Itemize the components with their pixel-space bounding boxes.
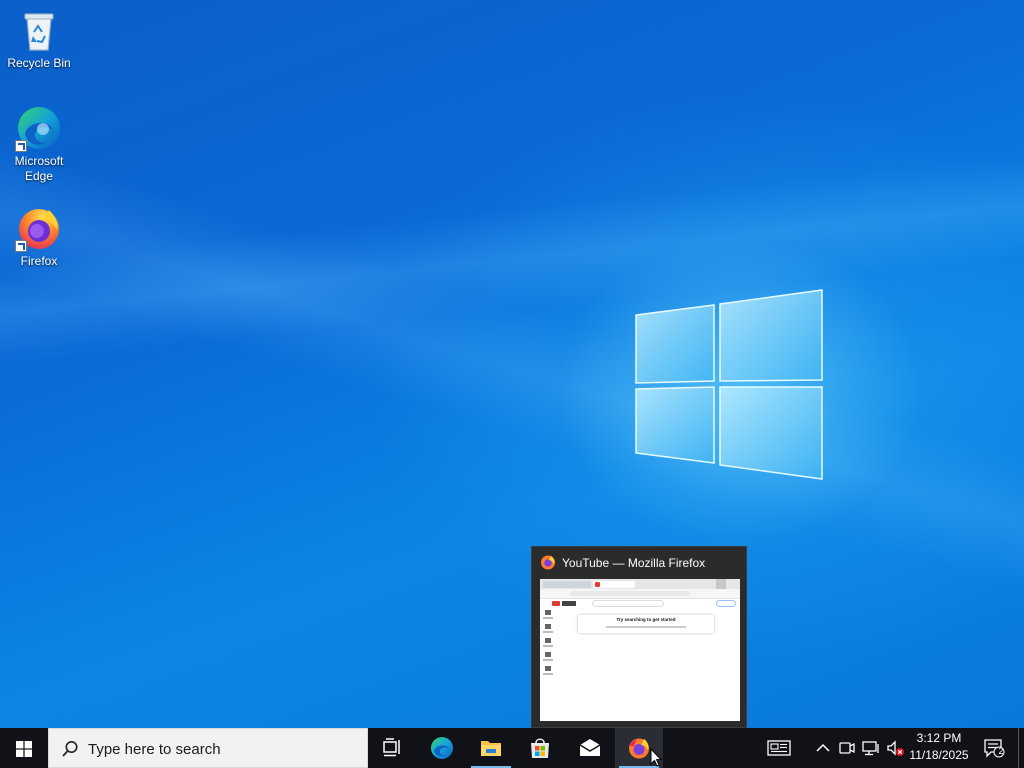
search-icon — [62, 741, 78, 757]
thumb-sidebar-icon — [545, 652, 551, 657]
notification-count-badge: 2 — [998, 746, 1004, 756]
windows-logo-wallpaper — [635, 289, 823, 480]
preview-thumbnail[interactable]: Try searching to get started — [540, 579, 740, 721]
taskbar-app-mail[interactable] — [566, 728, 614, 768]
mail-icon — [579, 739, 601, 756]
thumb-sidebar-icon — [545, 666, 551, 671]
clock-time: 3:12 PM — [916, 731, 962, 745]
desktop-icon-label: Recycle Bin — [7, 56, 71, 70]
thumb-tab — [543, 581, 591, 588]
show-desktop-button[interactable] — [1018, 728, 1019, 768]
taskbar-search-box[interactable] — [48, 728, 368, 768]
task-view-button[interactable] — [368, 728, 416, 768]
taskbar-app-file-explorer[interactable] — [467, 728, 515, 768]
thumb-youtube-signin — [716, 600, 736, 607]
desktop-icon-firefox[interactable]: Firefox — [1, 204, 77, 269]
thumb-sidebar-label — [543, 645, 553, 647]
task-view-icon — [383, 738, 400, 757]
thumb-sidebar-icon — [545, 624, 551, 629]
shortcut-arrow-icon — [15, 240, 27, 252]
volume-muted-icon[interactable] — [885, 738, 905, 758]
taskbar-app-microsoft-store[interactable] — [516, 728, 564, 768]
wallpaper-light-beam — [0, 0, 1024, 728]
desktop[interactable]: Recycle Bin Microsoft Edge Firefox YouTu… — [0, 0, 1024, 728]
thumb-empty-state-title: Try searching to get started — [616, 617, 676, 622]
thumb-empty-state-subtitle — [606, 626, 686, 628]
search-input[interactable] — [88, 739, 358, 759]
edge-icon — [431, 737, 453, 759]
preview-title-bar: YouTube — Mozilla Firefox — [540, 554, 740, 572]
system-clock[interactable]: 3:12 PM 11/18/2025 — [903, 730, 975, 766]
meet-now-icon[interactable] — [837, 738, 857, 758]
clock-date: 11/18/2025 — [909, 748, 969, 762]
shortcut-arrow-icon — [15, 140, 27, 152]
start-button[interactable] — [0, 728, 48, 768]
thumb-sidebar-icon — [545, 638, 551, 643]
taskbar-app-edge[interactable] — [418, 728, 466, 768]
thumb-sidebar-label — [543, 673, 553, 675]
thumb-tab-youtube — [593, 581, 635, 588]
news-and-interests-icon[interactable] — [767, 738, 791, 758]
desktop-icon-microsoft-edge[interactable]: Microsoft Edge — [1, 104, 77, 184]
thumb-youtube-wordmark — [562, 601, 576, 606]
thumb-youtube-logo-icon — [552, 601, 560, 606]
mouse-cursor-icon — [650, 748, 662, 767]
thumb-empty-state-card: Try searching to get started — [578, 615, 714, 633]
thumb-sidebar-label — [543, 659, 553, 661]
network-icon[interactable] — [861, 738, 881, 758]
desktop-icon-label: Microsoft Edge — [14, 154, 64, 183]
chevron-up-icon[interactable] — [813, 738, 833, 758]
preview-title: YouTube — Mozilla Firefox — [562, 556, 706, 570]
thumb-sidebar-label — [543, 631, 553, 633]
action-center-button[interactable]: 2 — [979, 728, 1009, 768]
taskbar: 3:12 PM 11/18/2025 2 — [0, 728, 1024, 768]
firefox-icon — [629, 738, 649, 759]
recycle-bin-icon — [24, 13, 54, 51]
thumb-sidebar-icon — [545, 610, 551, 615]
thumb-window-controls — [716, 579, 726, 589]
folder-icon — [481, 741, 501, 756]
firefox-icon — [541, 555, 555, 570]
desktop-icon-recycle-bin[interactable]: Recycle Bin — [1, 6, 77, 71]
thumb-url — [570, 591, 690, 596]
thumb-sidebar-label — [543, 617, 553, 619]
taskbar-thumbnail-preview[interactable]: YouTube — Mozilla Firefox Try searching … — [531, 546, 747, 728]
windows-start-icon — [16, 741, 32, 757]
thumb-youtube-search — [592, 600, 664, 607]
store-icon — [531, 738, 549, 758]
desktop-icon-label: Firefox — [20, 254, 58, 268]
